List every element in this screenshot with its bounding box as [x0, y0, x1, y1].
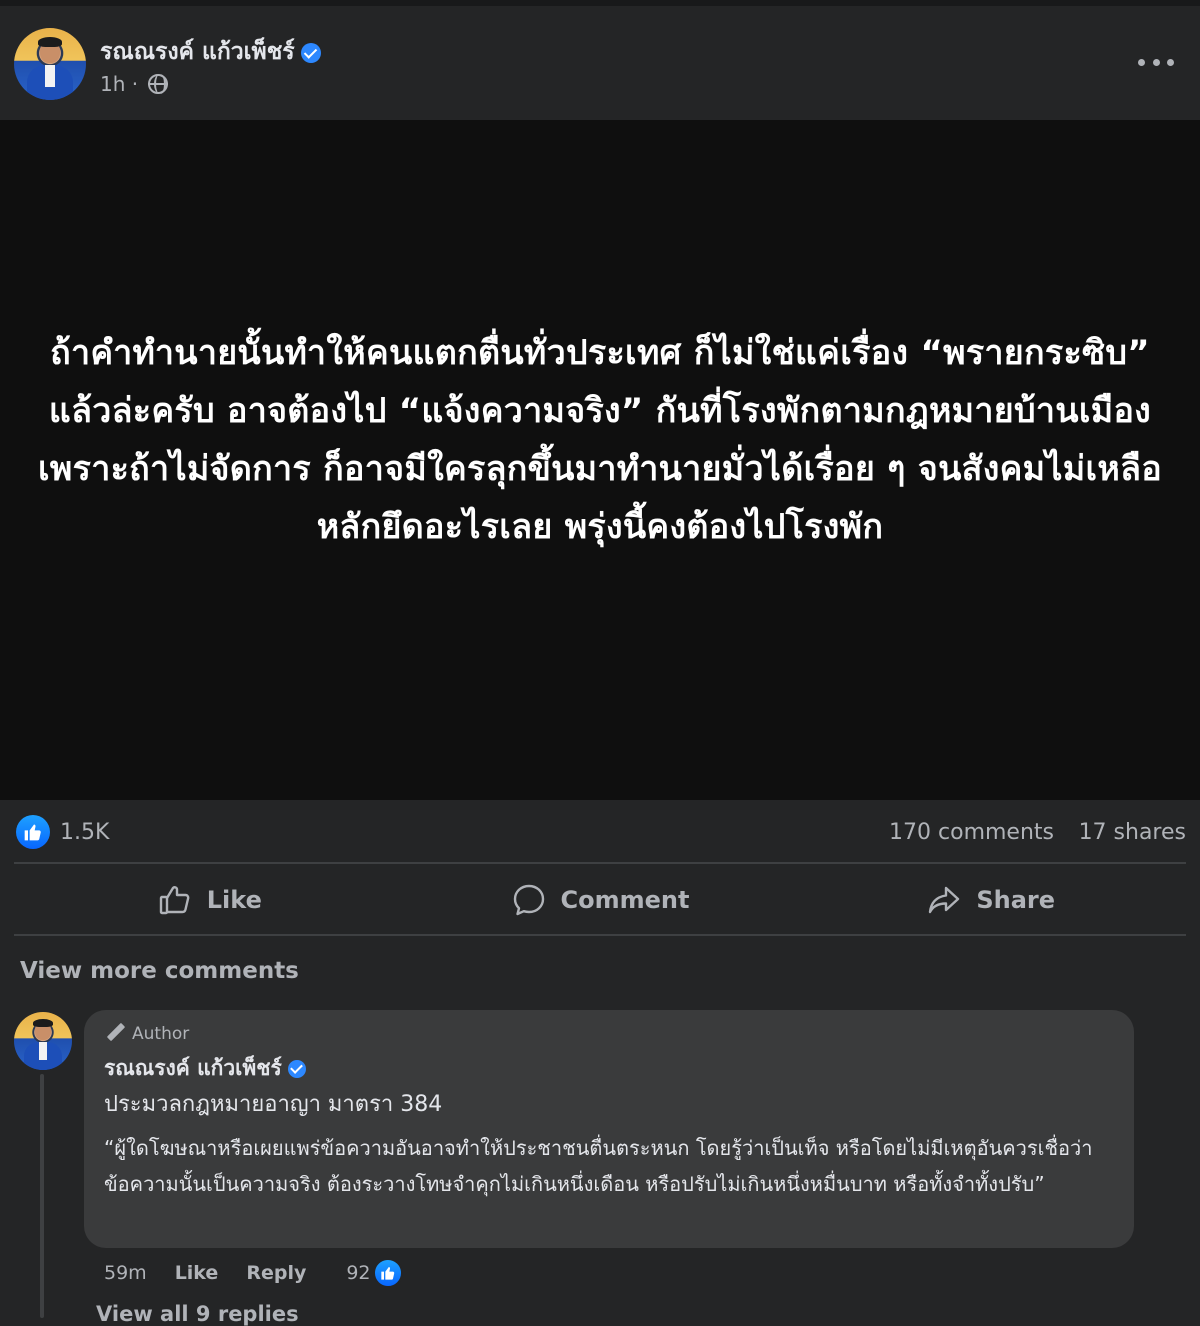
thumbs-up-icon[interactable]	[16, 815, 50, 849]
more-options-button[interactable]	[1138, 50, 1174, 74]
comment-label: Comment	[560, 886, 690, 914]
share-button[interactable]: Share	[795, 866, 1186, 934]
post-image-text: ถ้าคำทำนายนั้นทำให้คนแตกตื่นทั่วประเทศ ก…	[38, 333, 1162, 547]
pencil-icon	[106, 1022, 126, 1042]
comment-author-name[interactable]: รณณรงค์ แก้วเพ็ชร์	[104, 1056, 282, 1080]
post-time[interactable]: 1h	[100, 72, 125, 96]
post-meta: 1h ·	[100, 72, 169, 96]
post-header: รณณรงค์ แก้วเพ็ชร์ 1h ·	[0, 6, 1200, 120]
comment-reaction-count[interactable]: 92	[346, 1262, 370, 1284]
author-avatar[interactable]	[14, 28, 86, 100]
like-button[interactable]: Like	[14, 866, 405, 934]
view-replies-link[interactable]: View all 9 replies	[96, 1302, 299, 1326]
divider	[14, 934, 1186, 936]
verified-badge-icon	[300, 42, 321, 63]
author-name-link[interactable]: รณณรงค์ แก้วเพ็ชร์	[100, 34, 321, 70]
comments-count[interactable]: 170 comments	[889, 820, 1054, 845]
thread-line	[40, 1074, 44, 1318]
thumbs-up-icon[interactable]	[372, 1258, 403, 1288]
comment-reply-button[interactable]: Reply	[246, 1262, 306, 1284]
author-name[interactable]: รณณรงค์ แก้วเพ็ชร์	[100, 39, 295, 65]
action-bar: Like Comment Share	[14, 866, 1186, 934]
author-badge-label: Author	[132, 1024, 190, 1044]
comment-quote: “ผู้ใดโฆษณาหรือเผยแพร่ข้อความอันอาจทำให้…	[104, 1136, 1093, 1196]
more-horizontal-icon	[1138, 58, 1145, 66]
reaction-count[interactable]: 1.5K	[60, 820, 109, 845]
view-more-comments-link[interactable]: View more comments	[20, 958, 299, 984]
shares-count[interactable]: 17 shares	[1079, 820, 1186, 845]
speech-bubble-icon	[513, 884, 544, 916]
verified-badge-icon	[287, 1060, 306, 1078]
divider	[14, 862, 1186, 864]
meta-separator: ·	[131, 72, 139, 96]
comment-bubble: Author รณณรงค์ แก้วเพ็ชร์ ประมวลกฎหมายอา…	[84, 1010, 1134, 1248]
comment-author-link[interactable]: รณณรงค์ แก้วเพ็ชร์	[104, 1052, 306, 1085]
post-image[interactable]: ถ้าคำทำนายนั้นทำให้คนแตกตื่นทั่วประเทศ ก…	[0, 120, 1200, 800]
commenter-avatar[interactable]	[14, 1012, 72, 1070]
comment-button[interactable]: Comment	[405, 866, 796, 934]
comment-text-line: ประมวลกฎหมายอาญา มาตรา 384	[104, 1092, 443, 1117]
author-badge: Author	[106, 1022, 190, 1044]
share-label: Share	[976, 886, 1056, 914]
share-arrow-icon	[929, 886, 960, 914]
comment-actions: 59m Like Reply 92	[104, 1258, 403, 1288]
thumbs-up-icon	[159, 886, 190, 915]
globe-icon[interactable]	[148, 74, 169, 94]
reactions-summary: 1.5K 170 comments 17 shares	[0, 800, 1200, 864]
like-label: Like	[206, 886, 262, 914]
comment-like-button[interactable]: Like	[175, 1262, 219, 1284]
comment-time[interactable]: 59m	[104, 1262, 147, 1284]
